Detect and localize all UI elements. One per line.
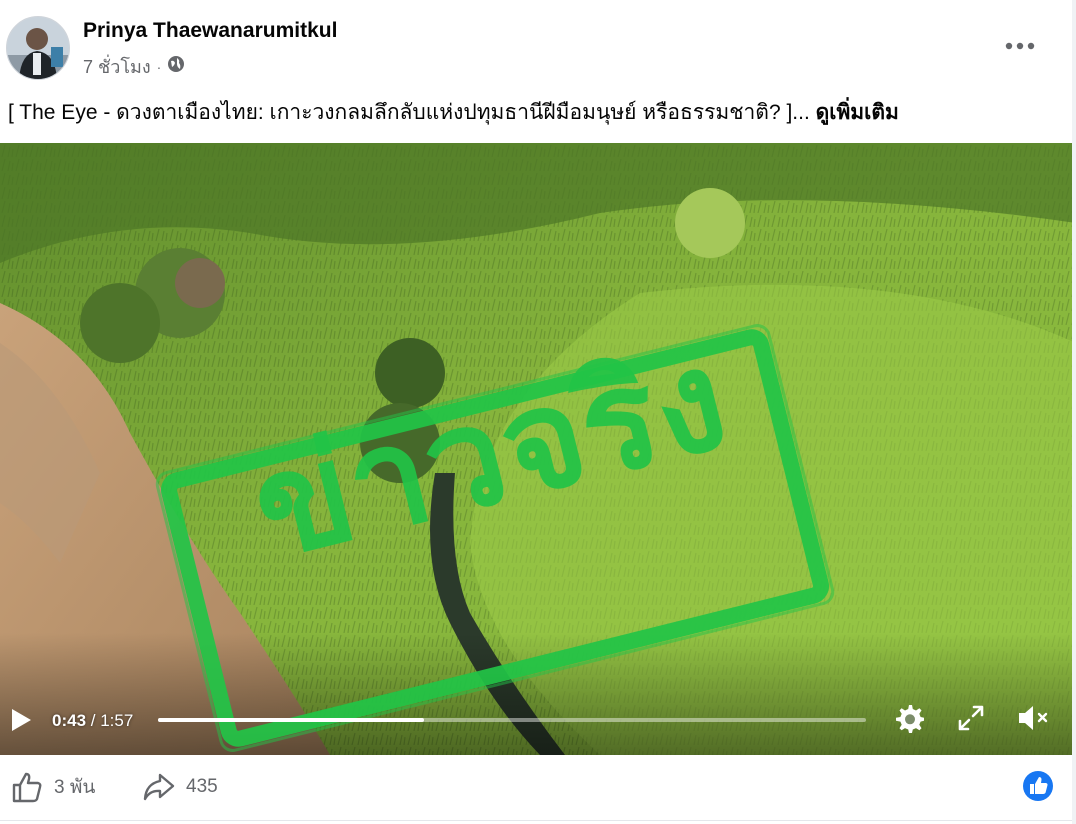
muted-speaker-icon (1019, 706, 1048, 730)
caption-text: [ The Eye - ดวงตาเมืองไทย: เกาะวงกลมลึกล… (8, 101, 816, 124)
settings-button[interactable] (890, 699, 928, 737)
time-display: 0:43 / 1:57 (52, 711, 133, 731)
seek-bar-progress (158, 718, 425, 722)
author-name[interactable]: Prinya Thaewanarumitkul (83, 19, 337, 43)
time-separator: / (86, 711, 101, 730)
ellipsis-icon (1005, 42, 1035, 50)
share-count: 435 (186, 776, 218, 797)
like-badge-icon (1023, 771, 1053, 801)
share-count-button[interactable]: 435 (142, 770, 218, 804)
facebook-post: Prinya Thaewanarumitkul 7 ชั่วโมง · [ Th… (0, 0, 1076, 824)
share-arrow-icon (143, 773, 175, 801)
post-meta: 7 ชั่วโมง · (83, 52, 185, 81)
avatar[interactable] (6, 16, 70, 80)
feed-edge (1072, 0, 1076, 824)
globe-icon[interactable] (167, 55, 185, 78)
post-caption: [ The Eye - ดวงตาเมืองไทย: เกาะวงกลมลึกล… (8, 96, 899, 129)
meta-separator: · (156, 58, 162, 75)
like-count: 3 พัน (54, 777, 96, 798)
post-time[interactable]: 7 ชั่วโมง (83, 52, 151, 81)
like-reaction-badge[interactable] (1022, 770, 1054, 802)
expand-icon (958, 705, 984, 731)
duration: 1:57 (100, 711, 134, 730)
post-actions: 3 พัน 435 (0, 758, 1076, 816)
like-count-button[interactable]: 3 พัน (10, 770, 95, 804)
fullscreen-button[interactable] (952, 699, 990, 737)
gear-icon (896, 705, 924, 733)
divider (0, 820, 1076, 821)
seek-bar[interactable] (158, 718, 866, 722)
see-more-link[interactable]: ดูเพิ่มเติม (816, 101, 899, 124)
video-controls: 0:43 / 1:57 (0, 683, 1076, 755)
more-options-button[interactable] (1000, 26, 1040, 66)
mute-button[interactable] (1012, 699, 1052, 737)
play-button[interactable] (6, 705, 36, 735)
video-player[interactable]: ข่าวจริง 0:43 / 1:57 (0, 143, 1076, 755)
avatar-image (7, 17, 69, 79)
thumbs-up-icon (12, 772, 42, 803)
play-icon (12, 709, 31, 731)
current-time: 0:43 (52, 711, 87, 730)
